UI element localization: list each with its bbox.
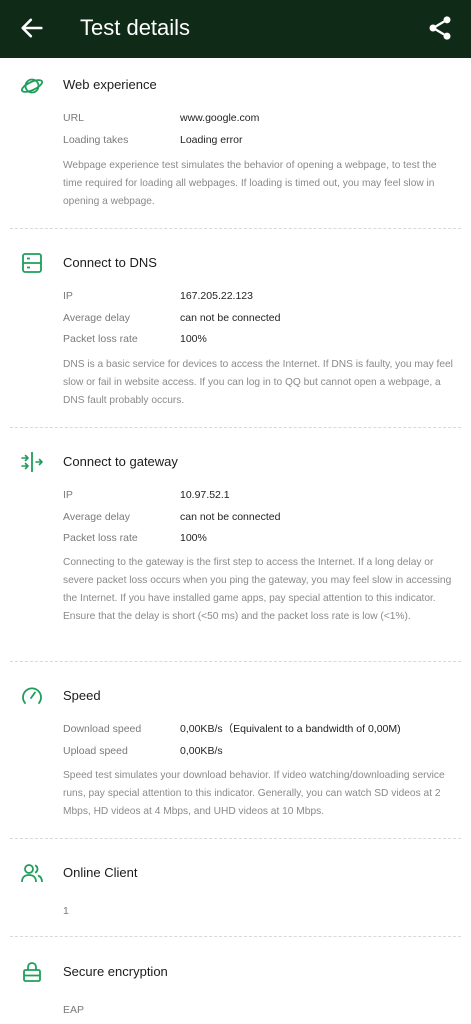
section-title: Secure encryption bbox=[63, 964, 168, 979]
encryption-type-value: EAP bbox=[63, 1004, 85, 1016]
avg-delay-value: can not be connected bbox=[180, 511, 281, 523]
section-title: Connect to DNS bbox=[63, 255, 157, 270]
section-description: Connecting to the gateway is the first s… bbox=[63, 557, 452, 622]
ip-label: IP bbox=[63, 290, 73, 302]
server-icon bbox=[22, 253, 42, 273]
upload-speed-label: Upload speed bbox=[63, 745, 128, 757]
section-title: Online Client bbox=[63, 865, 138, 880]
users-icon bbox=[21, 864, 43, 883]
section-title: Speed bbox=[63, 688, 101, 703]
avg-delay-value: can not be connected bbox=[180, 312, 281, 324]
download-speed-label: Download speed bbox=[63, 723, 142, 735]
section-title: Connect to gateway bbox=[63, 454, 178, 469]
ip-value: 10.97.52.1 bbox=[180, 489, 230, 501]
secure-encryption-section: Secure encryption EAP bbox=[0, 937, 471, 1024]
gateway-icon bbox=[21, 452, 43, 472]
client-count-value: 1 bbox=[63, 905, 69, 917]
upload-speed-value: 0,00KB/s bbox=[180, 745, 223, 757]
section-title: Web experience bbox=[63, 77, 157, 92]
loading-value: Loading error bbox=[180, 134, 243, 146]
section-description: Speed test simulates your download behav… bbox=[63, 770, 445, 817]
section-description: Webpage experience test simulates the be… bbox=[63, 160, 437, 207]
web-experience-section: Web experience URL www.google.com Loadin… bbox=[0, 58, 471, 228]
online-client-section: Online Client 1 bbox=[0, 839, 471, 936]
download-speed-value: 0,00KB/s（Equivalent to a bandwidth of 0,… bbox=[180, 723, 401, 735]
loading-label: Loading takes bbox=[63, 134, 129, 146]
speedometer-icon bbox=[22, 687, 42, 704]
app-bar: Test details bbox=[0, 0, 471, 58]
speed-section: Speed Download speed 0,00KB/s（Equivalent… bbox=[0, 662, 471, 837]
page-title: Test details bbox=[80, 15, 191, 40]
ip-label: IP bbox=[63, 489, 73, 501]
packet-loss-value: 100% bbox=[180, 333, 207, 345]
avg-delay-label: Average delay bbox=[63, 511, 130, 523]
url-value: www.google.com bbox=[180, 112, 260, 124]
gateway-section: Connect to gateway IP 10.97.52.1 Average… bbox=[0, 428, 471, 660]
planet-icon bbox=[20, 78, 44, 94]
share-icon[interactable] bbox=[426, 13, 454, 43]
packet-loss-label: Packet loss rate bbox=[63, 532, 138, 544]
avg-delay-label: Average delay bbox=[63, 312, 130, 324]
dns-section: Connect to DNS IP 167.205.22.123 Average… bbox=[0, 229, 471, 426]
packet-loss-label: Packet loss rate bbox=[63, 333, 138, 345]
section-description: DNS is a basic service for devices to ac… bbox=[63, 359, 453, 406]
packet-loss-value: 100% bbox=[180, 532, 207, 544]
url-label: URL bbox=[63, 112, 85, 124]
ip-value: 167.205.22.123 bbox=[180, 290, 253, 302]
back-arrow-icon[interactable] bbox=[18, 14, 46, 42]
lock-icon bbox=[23, 962, 41, 982]
